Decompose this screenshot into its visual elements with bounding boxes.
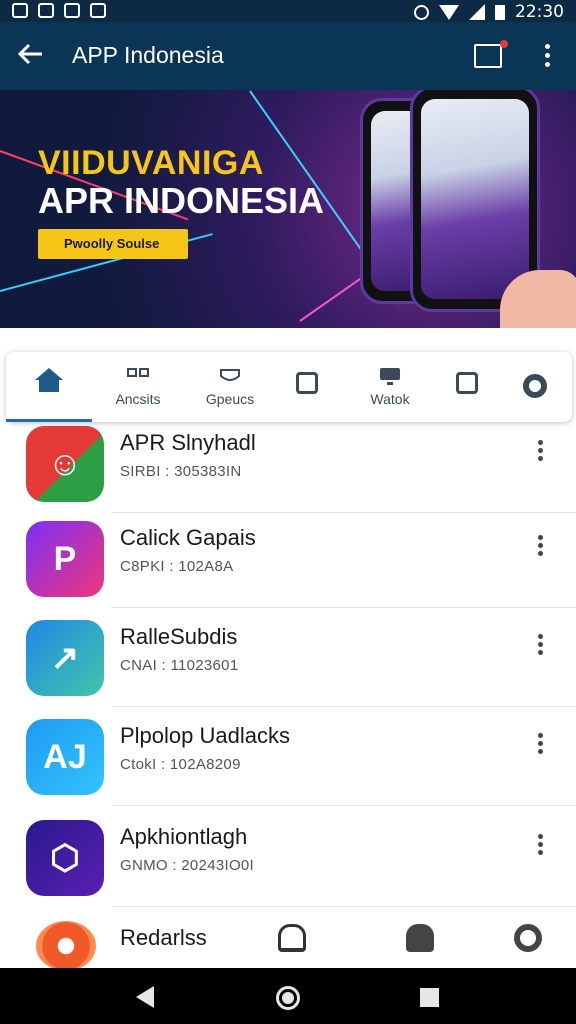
notification-icons [12, 3, 106, 18]
overflow-menu-icon[interactable] [536, 42, 558, 72]
app-meta: CNAI : 11023601 [120, 657, 239, 674]
more-options-icon[interactable] [534, 733, 546, 759]
category-tabs: Ancsits Gpeucs Watok [6, 352, 572, 422]
bell-icon[interactable] [278, 924, 306, 952]
store-icon [296, 372, 318, 394]
app-name: Redarlss [120, 925, 207, 950]
notification-icon [12, 3, 28, 18]
list-item[interactable]: ⬡ Apkhiontlagh GNMO : 20243IO0I [0, 808, 576, 907]
more-options-icon[interactable] [534, 535, 546, 561]
tab-watch[interactable]: Watok [350, 352, 430, 422]
target-logo-icon [36, 921, 96, 968]
gear-icon [523, 374, 547, 398]
back-arrow-icon[interactable] [16, 40, 48, 72]
hexagon-logo-icon: ⬡ [26, 820, 104, 896]
red-smile-icon: ☺ [26, 426, 104, 502]
app-meta: SIRBI : 305383IN [120, 463, 242, 480]
cast-icon[interactable] [474, 40, 508, 68]
nav-home-icon[interactable] [276, 986, 300, 1010]
app-bar: APP Indonesia [0, 22, 576, 90]
tab-list[interactable] [444, 352, 490, 422]
tab-label: Watok [370, 391, 410, 407]
games-icon [218, 366, 242, 388]
promo-banner[interactable]: VIIDUVANIGA APR INDONESIA Pwoolly Soulse [0, 90, 576, 328]
banner-headline-top: VIIDUVANIGA [38, 144, 264, 182]
arrow-logo-icon: ↗ [26, 620, 104, 696]
more-options-icon[interactable] [534, 440, 546, 466]
app-name: Calick Gapais [120, 525, 256, 550]
app-name: APR Slnyhadl [120, 430, 256, 455]
nav-recents-icon[interactable] [420, 988, 439, 1007]
apps-icon [126, 366, 150, 388]
app-bar-title: APP Indonesia [72, 42, 224, 68]
list-icon [456, 372, 478, 394]
wifi-icon [439, 4, 459, 20]
battery-icon [495, 4, 505, 20]
profile-icon[interactable] [406, 924, 434, 952]
list-item[interactable]: AJ Plpolop Uadlacks CtokI : 102A8209 [0, 707, 576, 806]
tab-label: Ancsits [115, 391, 161, 407]
app-name: Apkhiontlagh [120, 824, 248, 849]
banner-headline: APR INDONESIA [38, 180, 325, 221]
more-options-icon[interactable] [534, 634, 546, 660]
app-meta: GNMO : 20243IO0I [120, 857, 255, 874]
nav-back-icon[interactable] [136, 986, 154, 1008]
app-list: ☺ APR Slnyhadl SIRBI : 305383IN P Calick… [0, 422, 576, 968]
watch-icon [378, 366, 402, 388]
tab-label: Gpeucs [205, 391, 255, 407]
tab-settings[interactable] [512, 352, 558, 422]
status-bar: 22:30 [0, 0, 576, 22]
list-item[interactable]: P Calick Gapais C8PKI : 102A8A [0, 509, 576, 608]
notification-icon [64, 3, 80, 18]
app-name: Plpolop Uadlacks [120, 723, 290, 748]
tab-games[interactable]: Gpeucs [190, 352, 270, 422]
app-name: RalleSubdis [120, 624, 238, 649]
tab-store[interactable] [282, 352, 332, 422]
tab-home[interactable] [6, 352, 92, 422]
signal-icon [469, 4, 485, 20]
app-meta: CtokI : 102A8209 [120, 756, 241, 773]
home-icon [35, 368, 63, 380]
status-time: 22:30 [515, 2, 564, 22]
banner-cta-button[interactable]: Pwoolly Soulse [38, 229, 188, 259]
app-meta: C8PKI : 102A8A [120, 558, 234, 575]
aj-logo-icon: AJ [26, 719, 104, 795]
list-item[interactable]: ↗ RalleSubdis CNAI : 11023601 [0, 608, 576, 707]
p-logo-icon: P [26, 521, 104, 597]
more-options-icon[interactable] [534, 834, 546, 860]
notification-icon [38, 3, 54, 18]
list-item[interactable]: ☺ APR Slnyhadl SIRBI : 305383IN [0, 422, 576, 513]
system-navigation-bar [0, 968, 576, 1024]
tab-apps[interactable]: Ancsits [98, 352, 178, 422]
alarm-icon [414, 4, 429, 20]
settings-icon[interactable] [514, 924, 542, 952]
notification-icon [90, 3, 106, 18]
